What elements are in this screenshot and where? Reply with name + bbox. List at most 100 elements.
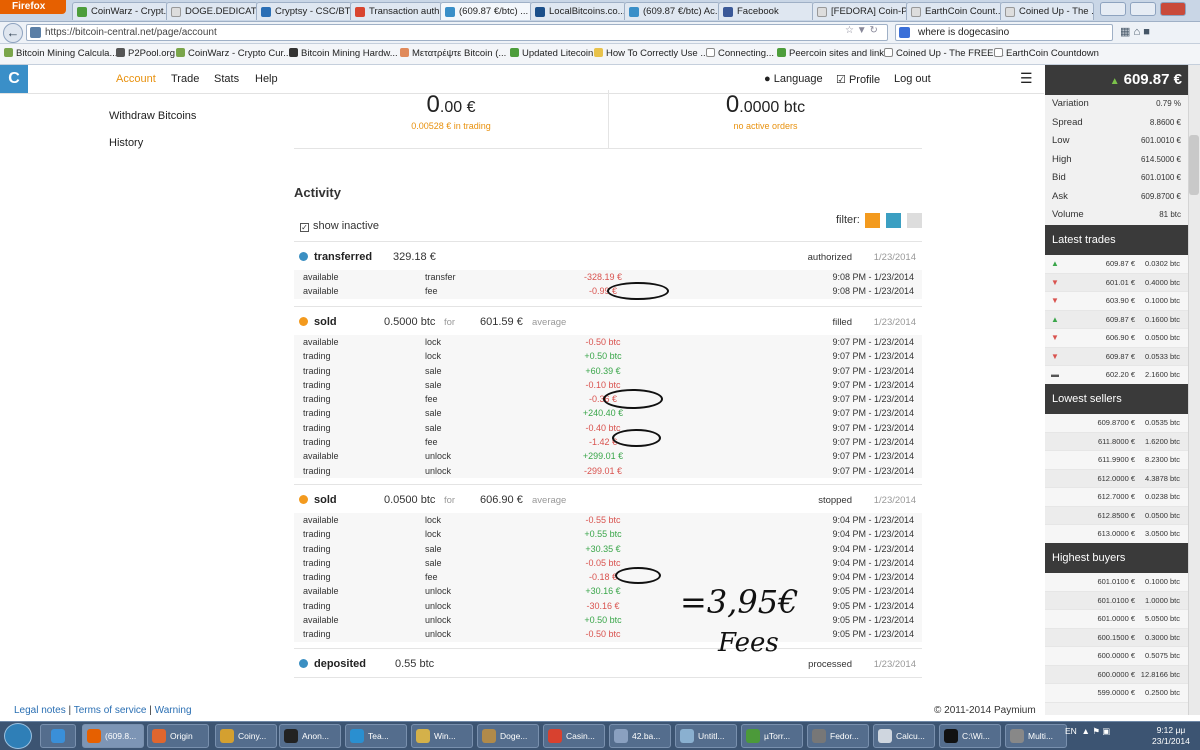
language-menu[interactable]: ● Language bbox=[764, 73, 823, 85]
browser-tab[interactable]: (609.87 €/btc) Ac... bbox=[624, 2, 720, 20]
taskbar-button[interactable]: Fedor... bbox=[807, 724, 869, 748]
order-row[interactable]: 612.7000 € 0.0238 btc bbox=[1045, 488, 1188, 507]
reload-icon[interactable]: ↻ bbox=[869, 25, 877, 36]
bookmark-item[interactable]: P2Pool.org bbox=[116, 48, 175, 59]
taskbar-button[interactable]: C:\Wi... bbox=[939, 724, 1001, 748]
bookmark-item[interactable]: Updated Litecoin bbox=[510, 48, 593, 59]
nav-trade[interactable]: Trade bbox=[171, 73, 199, 85]
group-header[interactable]: deposited 0.55 btc processed 1/23/2014 bbox=[294, 649, 922, 677]
order-row[interactable]: 612.0000 € 4.3878 btc bbox=[1045, 469, 1188, 488]
browser-tab[interactable]: CoinWarz - Crypt... bbox=[72, 2, 168, 20]
terms-link[interactable]: Terms of service bbox=[74, 705, 147, 716]
clock[interactable]: 9:12 μμ 23/1/2014 bbox=[1152, 725, 1190, 747]
filter-blue[interactable] bbox=[886, 213, 901, 228]
profile-menu[interactable]: ☑ Profile bbox=[836, 73, 880, 86]
language-indicator[interactable]: EN bbox=[1065, 726, 1077, 736]
checkbox-icon[interactable]: ✓ bbox=[300, 223, 309, 232]
browser-tab[interactable]: LocalBitcoins.co... bbox=[530, 2, 626, 20]
bookmark-item[interactable]: Bitcoin Mining Calcula... bbox=[4, 48, 117, 59]
order-row[interactable]: 600.0000 € 0.5075 btc bbox=[1045, 647, 1188, 666]
browser-tab[interactable]: Facebook bbox=[718, 2, 814, 20]
order-row[interactable]: 601.0000 € 5.0500 btc bbox=[1045, 610, 1188, 629]
order-row[interactable]: 612.8500 € 0.0500 btc bbox=[1045, 506, 1188, 525]
bookmark-item[interactable]: Coined Up - The FREE ... bbox=[884, 48, 1004, 59]
bookmark-item[interactable]: CoinWarz - Crypto Cur... bbox=[176, 48, 291, 59]
menu-withdraw-bitcoins[interactable]: Withdraw Bitcoins bbox=[109, 110, 196, 122]
maximize-button[interactable] bbox=[1130, 2, 1156, 16]
url-bar[interactable]: https://bitcoin-central.net/page/account bbox=[26, 24, 888, 41]
site-logo[interactable]: C bbox=[0, 65, 28, 93]
browser-tab[interactable]: Coined Up - The ... bbox=[1000, 2, 1094, 20]
bookmark-item[interactable]: Connecting... bbox=[706, 48, 774, 59]
bookmark-item[interactable]: Bitcoin Mining Hardw... bbox=[289, 48, 398, 59]
taskbar-button[interactable]: Calcu... bbox=[873, 724, 935, 748]
nav-help[interactable]: Help bbox=[255, 73, 278, 85]
bookmark-item[interactable]: Peercoin sites and links bbox=[777, 48, 889, 59]
trade-row[interactable]: ▬ 602.20 € 2.1600 btc bbox=[1045, 366, 1188, 385]
logout-link[interactable]: Log out bbox=[894, 73, 931, 85]
scrollbar-thumb[interactable] bbox=[1189, 135, 1199, 195]
warning-link[interactable]: Warning bbox=[155, 705, 192, 716]
nav-account[interactable]: Account bbox=[116, 73, 156, 85]
show-inactive-toggle[interactable]: ✓ show inactive bbox=[300, 220, 379, 232]
bookmark-item[interactable]: EarthCoin Countdown bbox=[994, 48, 1099, 59]
legal-notes-link[interactable]: Legal notes bbox=[14, 705, 66, 716]
trade-row[interactable]: ▲ 609.87 € 0.0302 btc bbox=[1045, 255, 1188, 274]
ie-pinned-button[interactable] bbox=[40, 724, 76, 748]
trade-row[interactable]: ▼ 609.87 € 0.0533 btc bbox=[1045, 347, 1188, 366]
order-row[interactable]: 601.0100 € 1.0000 btc bbox=[1045, 591, 1188, 610]
star-icon[interactable]: ☆ bbox=[845, 25, 854, 36]
taskbar-button[interactable]: Coiny... bbox=[215, 724, 277, 748]
menu-icon[interactable]: ▦ bbox=[1120, 26, 1130, 38]
order-row[interactable]: 600.1500 € 0.3000 btc bbox=[1045, 628, 1188, 647]
taskbar-button[interactable]: Tea... bbox=[345, 724, 407, 748]
hamburger-menu-icon[interactable]: ☰ bbox=[1020, 70, 1033, 87]
order-row[interactable]: 613.0000 € 3.0500 btc bbox=[1045, 525, 1188, 544]
order-row[interactable]: 600.0000 € 12.8166 btc bbox=[1045, 665, 1188, 684]
taskbar-button[interactable]: Win... bbox=[411, 724, 473, 748]
extension-icon[interactable]: ■ bbox=[1143, 26, 1150, 38]
home-icon[interactable]: ⌂ bbox=[1133, 26, 1140, 38]
trade-row[interactable]: ▼ 603.90 € 0.1000 btc bbox=[1045, 292, 1188, 311]
bookmark-item[interactable]: Μετατρέψτε Bitcoin (... bbox=[400, 48, 506, 59]
order-row[interactable]: 611.8000 € 1.6200 btc bbox=[1045, 432, 1188, 451]
minimize-button[interactable] bbox=[1100, 2, 1126, 16]
browser-tab-active[interactable]: (609.87 €/btc) ... bbox=[440, 2, 532, 20]
taskbar-button[interactable]: Doge... bbox=[477, 724, 539, 748]
order-row[interactable]: 599.0000 € 0.2500 btc bbox=[1045, 684, 1188, 703]
filter-orange[interactable] bbox=[865, 213, 880, 228]
filter-grey[interactable] bbox=[907, 213, 922, 228]
trade-row[interactable]: ▼ 601.01 € 0.4000 btc bbox=[1045, 273, 1188, 292]
taskbar-button[interactable]: µTorr... bbox=[741, 724, 803, 748]
group-header[interactable]: sold 0.5000 btc for 601.59 € average fil… bbox=[294, 307, 922, 335]
taskbar-button[interactable]: Untitl... bbox=[675, 724, 737, 748]
nav-stats[interactable]: Stats bbox=[214, 73, 239, 85]
browser-tab[interactable]: Transaction auth... bbox=[350, 2, 442, 20]
browser-tab[interactable]: [FEDORA] Coin-P... bbox=[812, 2, 908, 20]
taskbar-button[interactable]: 42.ba... bbox=[609, 724, 671, 748]
order-row[interactable]: 611.9900 € 8.2300 btc bbox=[1045, 451, 1188, 470]
browser-tab[interactable]: DOGE.DEDICATE... bbox=[166, 2, 258, 20]
taskbar-button[interactable]: Multi... bbox=[1005, 724, 1067, 748]
menu-history[interactable]: History bbox=[109, 137, 143, 149]
group-header[interactable]: transferred 329.18 € authorized 1/23/201… bbox=[294, 242, 922, 270]
order-row[interactable]: 609.8700 € 0.0535 btc bbox=[1045, 414, 1188, 433]
taskbar-button[interactable]: Anon... bbox=[279, 724, 341, 748]
group-header[interactable]: sold 0.0500 btc for 606.90 € average sto… bbox=[294, 485, 922, 513]
start-button[interactable] bbox=[4, 723, 32, 749]
search-bar[interactable]: where is dogecasino bbox=[895, 24, 1113, 41]
firefox-menu-button[interactable]: Firefox bbox=[0, 0, 66, 14]
browser-tab[interactable]: EarthCoin Count... bbox=[906, 2, 1002, 20]
close-window-button[interactable] bbox=[1160, 2, 1186, 16]
taskbar-button[interactable]: (609.8... bbox=[82, 724, 144, 748]
back-button[interactable]: ← bbox=[3, 23, 23, 43]
bookmark-item[interactable]: How To Correctly Use ... bbox=[594, 48, 708, 59]
taskbar-button[interactable]: Origin bbox=[147, 724, 209, 748]
taskbar-button[interactable]: Casin... bbox=[543, 724, 605, 748]
trade-row[interactable]: ▼ 606.90 € 0.0500 btc bbox=[1045, 329, 1188, 348]
dropdown-icon[interactable]: ▼ bbox=[857, 25, 867, 36]
trade-row[interactable]: ▲ 609.87 € 0.1600 btc bbox=[1045, 310, 1188, 329]
order-row[interactable]: 601.0100 € 0.1000 btc bbox=[1045, 573, 1188, 592]
tray-icons[interactable]: ▲ ⚑ ▣ bbox=[1082, 726, 1111, 736]
browser-tab[interactable]: Cryptsy - CSC/BT... bbox=[256, 2, 352, 20]
